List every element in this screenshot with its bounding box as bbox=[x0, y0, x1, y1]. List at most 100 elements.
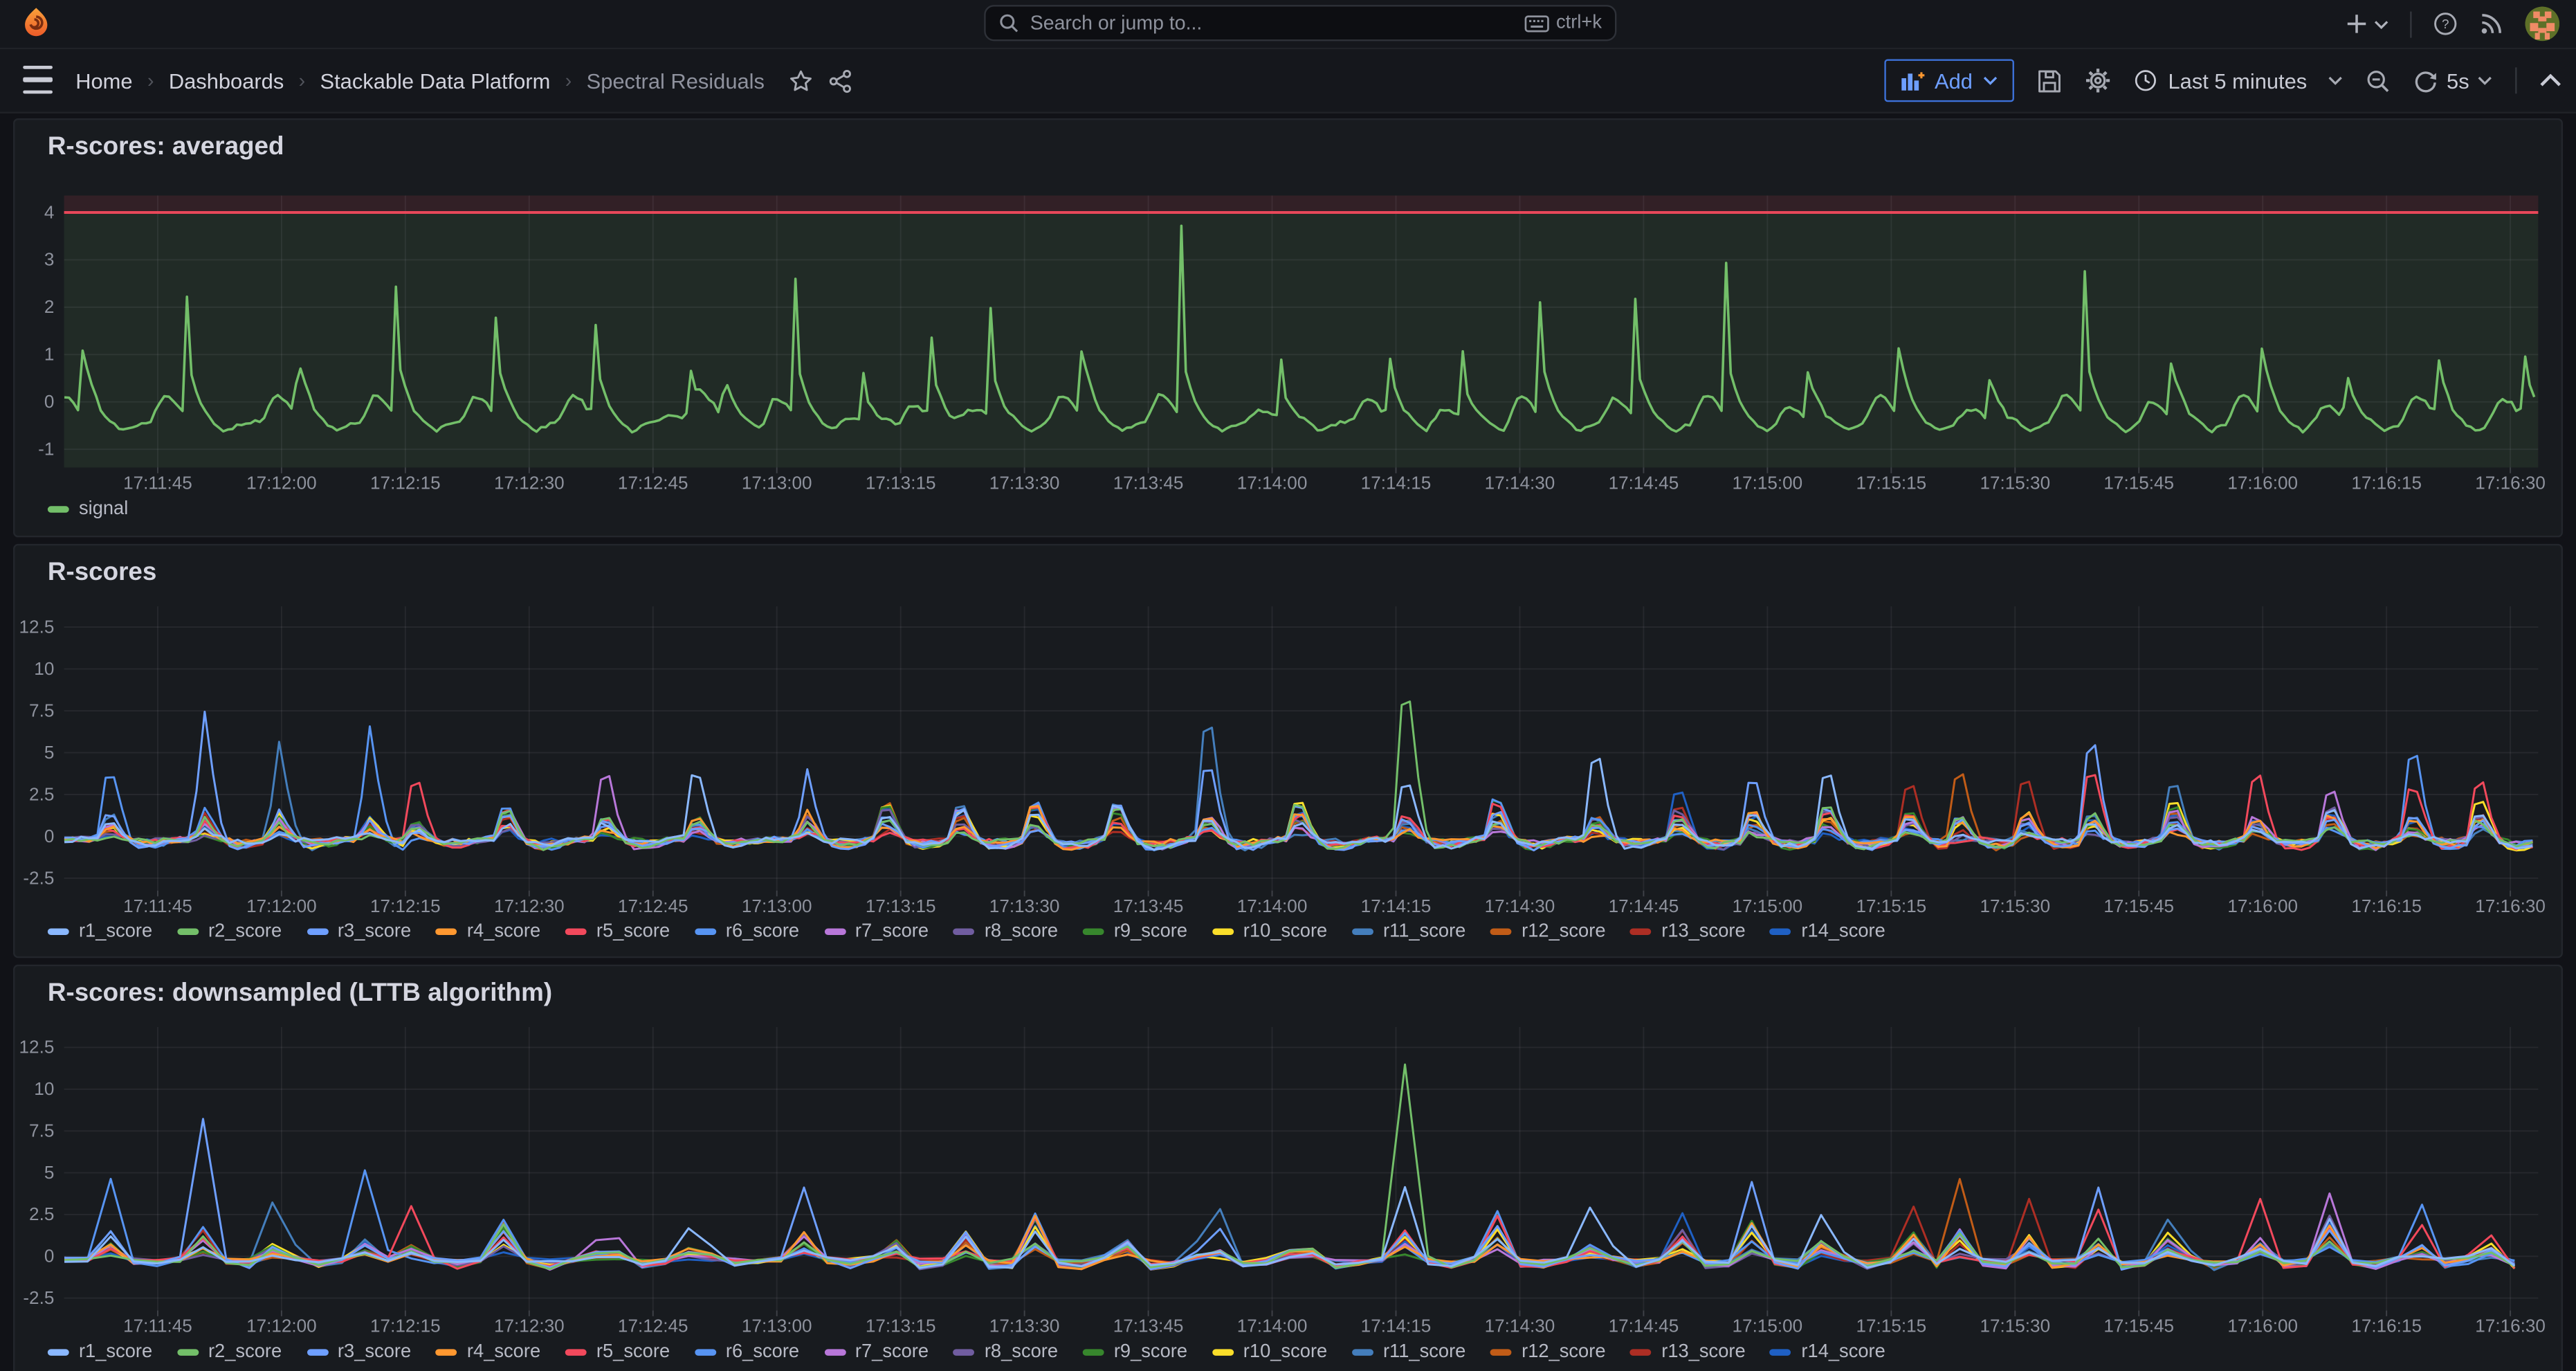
new-item-button[interactable] bbox=[2346, 13, 2389, 35]
svg-text:10: 10 bbox=[34, 658, 54, 679]
svg-text:17:12:00: 17:12:00 bbox=[246, 896, 317, 916]
share-button[interactable] bbox=[829, 69, 854, 93]
user-avatar[interactable] bbox=[2525, 6, 2559, 41]
legend-item-r7_score[interactable]: r7_score bbox=[824, 922, 929, 941]
legend-item-r9_score[interactable]: r9_score bbox=[1083, 922, 1187, 941]
legend-item-r14_score[interactable]: r14_score bbox=[1770, 1343, 1885, 1362]
svg-text:17:15:15: 17:15:15 bbox=[1856, 472, 1927, 493]
legend-item-r7_score[interactable]: r7_score bbox=[824, 1343, 929, 1362]
svg-text:5: 5 bbox=[44, 742, 55, 763]
add-panel-button[interactable]: Add bbox=[1883, 59, 2013, 102]
legend-color-swatch bbox=[695, 928, 716, 936]
svg-text:17:15:45: 17:15:45 bbox=[2103, 1315, 2174, 1336]
time-series-chart-downsampled[interactable]: 12.5107.552.50-2.517:11:4517:12:0017:12:… bbox=[15, 966, 2564, 1371]
legend-item-r12_score[interactable]: r12_score bbox=[1490, 1343, 1606, 1362]
legend-item-r10_score[interactable]: r10_score bbox=[1212, 922, 1328, 941]
legend-item-signal[interactable]: signal bbox=[48, 500, 128, 519]
svg-text:17:14:15: 17:14:15 bbox=[1361, 472, 1432, 493]
svg-text:17:11:45: 17:11:45 bbox=[123, 896, 192, 916]
time-series-chart-averaged[interactable]: 43210-117:11:4517:12:0017:12:1517:12:301… bbox=[15, 120, 2564, 538]
breadcrumb-folder[interactable]: Stackable Data Platform bbox=[320, 69, 551, 93]
legend-color-swatch bbox=[565, 928, 587, 936]
svg-text:17:11:45: 17:11:45 bbox=[123, 1315, 192, 1336]
legend-label: r9_score bbox=[1114, 922, 1187, 941]
legend-label: r9_score bbox=[1114, 1343, 1187, 1362]
collapse-toolbar-button[interactable] bbox=[2540, 74, 2561, 87]
legend-item-r2_score[interactable]: r2_score bbox=[177, 922, 282, 941]
legend-item-r3_score[interactable]: r3_score bbox=[307, 922, 411, 941]
svg-text:17:14:30: 17:14:30 bbox=[1485, 472, 1555, 493]
legend-item-r4_score[interactable]: r4_score bbox=[436, 922, 540, 941]
legend-item-r10_score[interactable]: r10_score bbox=[1212, 1343, 1328, 1362]
dashboard-toolbar: Home › Dashboards › Stackable Data Platf… bbox=[0, 49, 2576, 114]
breadcrumb-dashboards[interactable]: Dashboards bbox=[169, 69, 284, 93]
legend-color-swatch bbox=[436, 928, 457, 936]
legend-item-r4_score[interactable]: r4_score bbox=[436, 1343, 540, 1362]
svg-text:17:15:15: 17:15:15 bbox=[1856, 1315, 1927, 1336]
breadcrumb-separator: › bbox=[299, 69, 305, 92]
svg-text:17:15:30: 17:15:30 bbox=[1980, 1315, 2050, 1336]
legend-item-r3_score[interactable]: r3_score bbox=[307, 1343, 411, 1362]
svg-text:17:12:30: 17:12:30 bbox=[494, 472, 565, 493]
avatar-image bbox=[2525, 6, 2559, 41]
rss-icon bbox=[2479, 12, 2504, 37]
add-button-label: Add bbox=[1935, 69, 1973, 93]
legend-item-r5_score[interactable]: r5_score bbox=[565, 922, 670, 941]
legend-item-r1_score[interactable]: r1_score bbox=[48, 922, 152, 941]
legend-color-swatch bbox=[1083, 1349, 1104, 1356]
svg-text:17:13:45: 17:13:45 bbox=[1113, 896, 1184, 916]
legend-item-r8_score[interactable]: r8_score bbox=[953, 922, 1058, 941]
svg-text:0: 0 bbox=[44, 391, 55, 412]
svg-text:17:15:30: 17:15:30 bbox=[1980, 896, 2050, 916]
svg-text:17:15:45: 17:15:45 bbox=[2103, 472, 2174, 493]
time-range-picker[interactable]: Last 5 minutes bbox=[2134, 69, 2344, 93]
legend-item-r6_score[interactable]: r6_score bbox=[695, 1343, 799, 1362]
panel-title[interactable]: R-scores: averaged bbox=[48, 133, 284, 163]
legend-item-r13_score[interactable]: r13_score bbox=[1630, 1343, 1746, 1362]
svg-text:17:16:00: 17:16:00 bbox=[2227, 472, 2298, 493]
search-placeholder: Search or jump to... bbox=[1030, 12, 1525, 35]
legend-item-r12_score[interactable]: r12_score bbox=[1490, 922, 1606, 941]
legend-item-r9_score[interactable]: r9_score bbox=[1083, 1343, 1187, 1362]
grafana-logo[interactable] bbox=[19, 6, 52, 39]
svg-text:17:15:00: 17:15:00 bbox=[1733, 896, 1803, 916]
zoom-out-time-button[interactable] bbox=[2366, 69, 2391, 93]
dashboard-settings-button[interactable] bbox=[2084, 67, 2110, 93]
legend-item-r8_score[interactable]: r8_score bbox=[953, 1343, 1058, 1362]
legend-item-r14_score[interactable]: r14_score bbox=[1770, 922, 1885, 941]
divider bbox=[2515, 67, 2516, 93]
help-button[interactable]: ? bbox=[2433, 12, 2458, 37]
global-search-input[interactable]: Search or jump to... ctrl+k bbox=[984, 5, 1616, 41]
add-panel-icon bbox=[1900, 69, 1925, 92]
mega-menu-toggle[interactable] bbox=[23, 66, 53, 93]
svg-text:17:15:45: 17:15:45 bbox=[2103, 896, 2174, 916]
search-icon bbox=[999, 13, 1018, 33]
svg-text:17:16:30: 17:16:30 bbox=[2475, 1315, 2546, 1336]
svg-text:17:15:15: 17:15:15 bbox=[1856, 896, 1927, 916]
legend-label: r10_score bbox=[1243, 922, 1327, 941]
news-button[interactable] bbox=[2479, 12, 2504, 37]
breadcrumb: Home › Dashboards › Stackable Data Platf… bbox=[75, 49, 853, 111]
legend-item-r5_score[interactable]: r5_score bbox=[565, 1343, 670, 1362]
share-icon bbox=[829, 69, 854, 93]
legend-item-r11_score[interactable]: r11_score bbox=[1352, 922, 1466, 941]
legend-item-r1_score[interactable]: r1_score bbox=[48, 1343, 152, 1362]
legend-label: r11_score bbox=[1383, 1343, 1465, 1362]
panel-title[interactable]: R-scores: downsampled (LTTB algorithm) bbox=[48, 979, 552, 1009]
favorite-star-button[interactable] bbox=[789, 69, 814, 93]
legend-item-r6_score[interactable]: r6_score bbox=[695, 922, 799, 941]
save-dashboard-button[interactable] bbox=[2037, 69, 2062, 93]
refresh-picker[interactable]: 5s bbox=[2414, 69, 2492, 93]
legend-item-r2_score[interactable]: r2_score bbox=[177, 1343, 282, 1362]
svg-text:17:12:15: 17:12:15 bbox=[370, 896, 441, 916]
legend-item-r11_score[interactable]: r11_score bbox=[1352, 1343, 1466, 1362]
legend-item-r13_score[interactable]: r13_score bbox=[1630, 922, 1746, 941]
svg-text:17:13:30: 17:13:30 bbox=[989, 1315, 1060, 1336]
time-series-chart-rscores[interactable]: 12.5107.552.50-2.517:11:4517:12:0017:12:… bbox=[15, 545, 2564, 959]
panel-title[interactable]: R-scores bbox=[48, 559, 157, 588]
legend-label: r4_score bbox=[467, 1343, 540, 1362]
svg-text:17:14:45: 17:14:45 bbox=[1609, 472, 1679, 493]
breadcrumb-home[interactable]: Home bbox=[75, 69, 132, 93]
svg-text:17:16:00: 17:16:00 bbox=[2227, 896, 2298, 916]
legend-label: r2_score bbox=[208, 922, 282, 941]
